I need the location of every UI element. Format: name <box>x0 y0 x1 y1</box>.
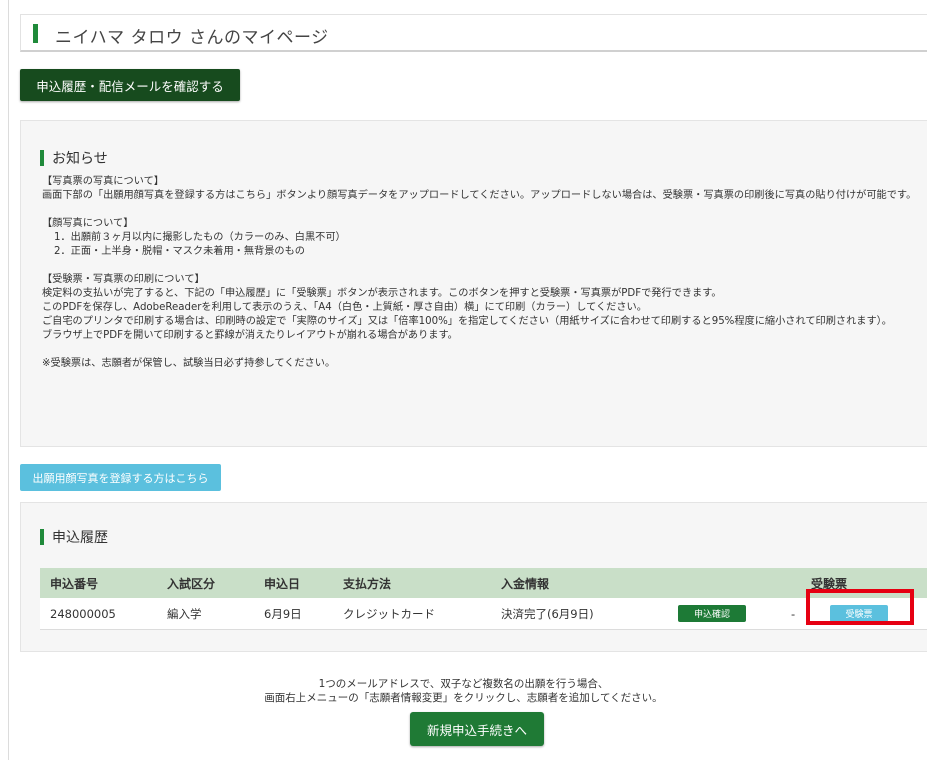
table-header-row: 申込番号 入試区分 申込日 支払方法 入金情報 受験票 <box>40 568 927 598</box>
notice-line: 画面下部の「出願用顔写真を登録する方はこちら」ボタンより顔写真データをアップロー… <box>42 190 917 201</box>
history-heading-text: 申込履歴 <box>52 530 108 546</box>
notice-line: 【受験票・写真票の印刷について】 <box>42 274 205 285</box>
notice-line: 【顔写真について】 <box>42 218 134 229</box>
table-row: 248000005 編入学 6月9日 クレジットカード 決済完了(6月9日) 申… <box>40 598 927 630</box>
new-application-button[interactable]: 新規申込手続きへ <box>410 712 544 746</box>
page-title: ニイハマ タロウ さんのマイページ <box>55 28 329 48</box>
page-title-box: ニイハマ タロウ さんのマイページ <box>20 14 927 52</box>
notice-line: ブラウザ上でPDFを開いて印刷すると罫線が消えたりレイアウトが崩れる場合がありま… <box>42 330 458 341</box>
footer-note: 1つのメールアドレスで、双子など複数名の出願を行う場合、 画面右上メニューの「志… <box>0 677 927 705</box>
notice-line: このPDFを保存し、AdobeReaderを利用して表示のうえ、「A4（白色・上… <box>42 302 647 313</box>
cell-payment-method: クレジットカード <box>343 606 435 621</box>
col-header-payment-status: 入金情報 <box>501 576 550 591</box>
application-confirm-button[interactable]: 申込確認 <box>678 605 746 622</box>
notice-line: ご自宅のプリンタで印刷する場合は、印刷時の設定で「実際のサイズ」又は「倍率100… <box>42 316 892 327</box>
history-heading: 申込履歴 <box>40 527 108 547</box>
col-header-ticket: 受験票 <box>811 576 848 591</box>
notice-line: 1．出願前３ヶ月以内に撮影したもの（カラーのみ、白黒不可） <box>54 232 346 243</box>
notice-line: 【写真票の写真について】 <box>42 176 164 187</box>
notice-heading-text: お知らせ <box>52 151 108 167</box>
cell-category: 編入学 <box>167 606 202 621</box>
notice-heading-bar <box>40 150 44 166</box>
history-panel: 申込履歴 申込番号 入試区分 申込日 支払方法 入金情報 受験票 2480000… <box>20 502 927 652</box>
footer-line: 画面右上メニューの「志願者情報変更」をクリックし、志願者を追加してください。 <box>264 692 663 704</box>
col-header-payment-method: 支払方法 <box>343 576 392 591</box>
cell-payment-status: 決済完了(6月9日) <box>501 606 594 621</box>
col-header-date: 申込日 <box>264 576 301 591</box>
history-mail-button[interactable]: 申込履歴・配信メールを確認する <box>20 69 240 101</box>
page-left-border <box>8 0 9 760</box>
footer-line: 1つのメールアドレスで、双子など複数名の出願を行う場合、 <box>318 678 609 690</box>
notice-line: ※受験票は、志願者が保管し、試験当日必ず持参してください。 <box>42 358 336 369</box>
history-heading-bar <box>40 529 44 545</box>
exam-ticket-button[interactable]: 受験票 <box>830 605 888 622</box>
notice-heading: お知らせ <box>40 148 108 168</box>
cell-dash: - <box>791 606 796 621</box>
notice-line: 2．正面・上半身・脱帽・マスク未着用・無背景のもの <box>54 246 305 257</box>
notice-panel: お知らせ 【写真票の写真について】 画面下部の「出願用顔写真を登録する方はこちら… <box>20 120 927 447</box>
col-header-number: 申込番号 <box>50 576 99 591</box>
col-header-category: 入試区分 <box>167 576 216 591</box>
cell-number: 248000005 <box>50 606 116 621</box>
notice-line: 検定料の支払いが完了すると、下記の「申込履歴」に「受験票」ボタンが表示されます。… <box>42 288 722 299</box>
title-accent-bar <box>33 24 38 43</box>
register-photo-button[interactable]: 出願用顔写真を登録する方はこちら <box>20 464 221 491</box>
history-table: 申込番号 入試区分 申込日 支払方法 入金情報 受験票 248000005 編入… <box>40 568 927 630</box>
notice-body: 【写真票の写真について】 画面下部の「出願用顔写真を登録する方はこちら」ボタンよ… <box>42 175 917 371</box>
cell-date: 6月9日 <box>264 606 302 621</box>
